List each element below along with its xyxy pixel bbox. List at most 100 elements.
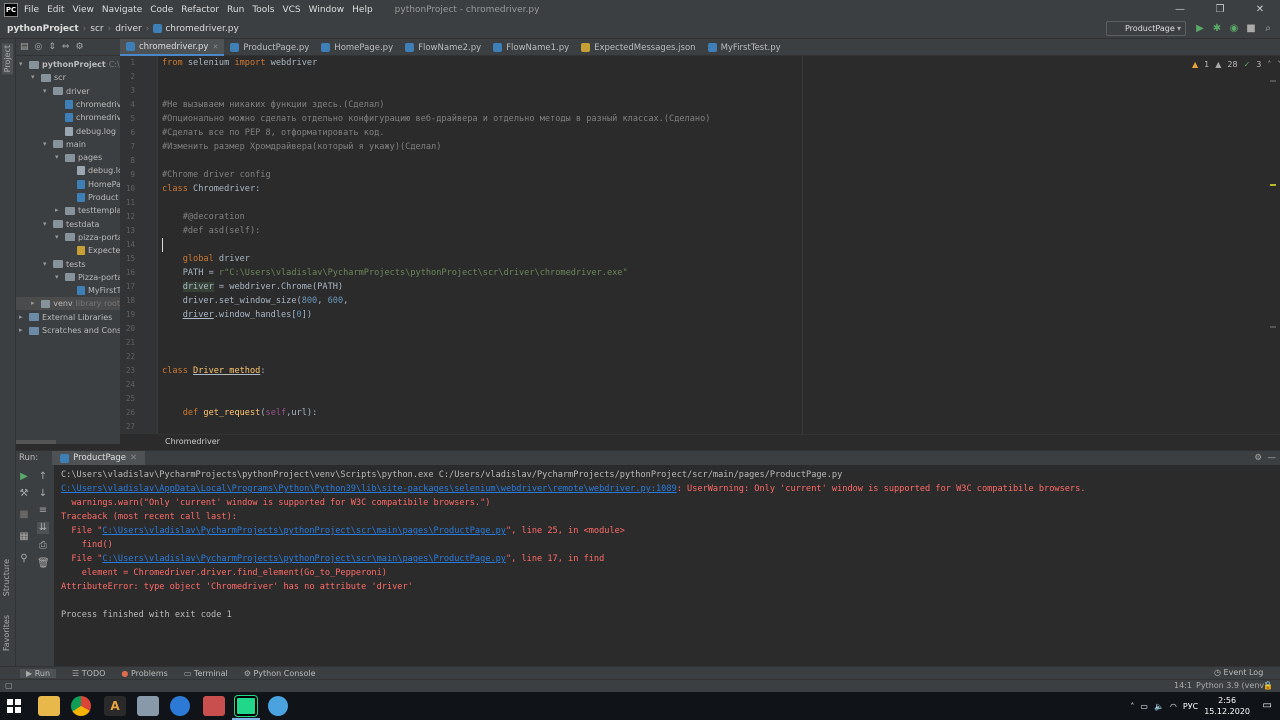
chevron-down-icon[interactable]: ▾ bbox=[43, 85, 50, 98]
search-icon[interactable]: ⌕ bbox=[1262, 23, 1274, 35]
chevron-right-icon[interactable]: ▸ bbox=[19, 311, 26, 324]
run-icon[interactable]: ▶ bbox=[1194, 23, 1206, 35]
clock[interactable]: 2:56 15.12.2020 bbox=[1204, 695, 1250, 717]
rerun-icon[interactable]: ▶ bbox=[18, 471, 30, 483]
tree-item[interactable]: ▾ pizza-portal bbox=[55, 231, 120, 244]
app-icon[interactable] bbox=[203, 696, 225, 716]
menu-item-code[interactable]: Code bbox=[150, 5, 173, 15]
pycharm-taskbar-icon[interactable] bbox=[234, 695, 258, 717]
tree-item[interactable]: Product bbox=[67, 191, 118, 204]
tree-item[interactable]: debug.lo bbox=[67, 164, 120, 177]
tab-myfirsttest-py[interactable]: MyFirstTest.py bbox=[702, 39, 787, 56]
console-link[interactable]: C:\Users\vladislav\PycharmProjects\pytho… bbox=[102, 526, 506, 536]
console-link[interactable]: C:\Users\vladislav\PycharmProjects\pytho… bbox=[102, 554, 506, 564]
layout-icon[interactable]: ▦ bbox=[18, 531, 30, 543]
tool-problems[interactable]: ● Problems bbox=[121, 669, 167, 678]
network-icon[interactable]: ▭ bbox=[1140, 702, 1148, 711]
tree-item[interactable]: ▾ main bbox=[43, 138, 86, 151]
file-explorer-icon[interactable] bbox=[38, 696, 60, 716]
expand-all-icon[interactable]: ⇕ bbox=[48, 42, 56, 52]
tree-item[interactable]: ▸ External Libraries bbox=[19, 311, 112, 324]
menu-item-navigate[interactable]: Navigate bbox=[102, 5, 142, 15]
breadcrumb-driver[interactable]: driver bbox=[115, 24, 141, 34]
locate-icon[interactable]: ◎ bbox=[35, 42, 43, 52]
chevron-right-icon[interactable]: ▸ bbox=[19, 324, 26, 337]
tool-run[interactable]: ▶ Run bbox=[20, 668, 57, 678]
tree-item[interactable]: debug.log bbox=[55, 125, 116, 138]
tab-flowname1-py[interactable]: FlowName1.py bbox=[487, 39, 575, 56]
tree-item[interactable]: ▾ pythonProjectC:\Us bbox=[19, 58, 120, 71]
tree-item[interactable]: chromedriv bbox=[55, 98, 120, 111]
arrow-down-icon[interactable]: ↓ bbox=[37, 488, 49, 500]
chevron-down-icon[interactable]: ▾ bbox=[55, 151, 62, 164]
tab-expectedmessages-json[interactable]: ExpectedMessages.json bbox=[575, 39, 701, 56]
tree-item[interactable]: ▾ testdata bbox=[43, 218, 99, 231]
tree-item[interactable]: ▾ scr bbox=[31, 71, 66, 84]
menu-item-tools[interactable]: Tools bbox=[252, 5, 274, 15]
telegram-icon[interactable] bbox=[268, 696, 288, 716]
tab-chromedriver-py[interactable]: chromedriver.py ✕ bbox=[120, 39, 225, 56]
keyboard-language[interactable]: РУС bbox=[1183, 702, 1198, 711]
tool-todo[interactable]: ☰ TODO bbox=[72, 669, 105, 678]
run-tab-productpage[interactable]: ProductPage ✕ bbox=[52, 450, 146, 466]
chevron-down-icon[interactable]: ▾ bbox=[55, 271, 62, 284]
caret-position[interactable]: 14:1 bbox=[1174, 681, 1192, 690]
gear-icon[interactable]: ⚙ bbox=[1254, 453, 1262, 463]
minimize-icon[interactable]: — bbox=[1268, 453, 1277, 463]
tree-item[interactable]: ▾ pages bbox=[55, 151, 102, 164]
collapse-all-icon[interactable]: ⇔ bbox=[62, 42, 70, 52]
tree-item[interactable]: HomePa bbox=[67, 178, 120, 191]
minimize-icon[interactable]: — bbox=[1160, 0, 1200, 19]
wifi-icon[interactable]: ◠ bbox=[1170, 702, 1177, 711]
menu-item-help[interactable]: Help bbox=[352, 5, 373, 15]
breadcrumb-file[interactable]: chromedriver.py bbox=[165, 24, 239, 34]
layout-icon[interactable]: ▤ bbox=[20, 42, 29, 52]
volume-icon[interactable]: 🔈 bbox=[1154, 702, 1164, 711]
menu-item-view[interactable]: View bbox=[73, 5, 94, 15]
menu-item-file[interactable]: File bbox=[24, 5, 39, 15]
print-icon[interactable]: ⎙ bbox=[37, 540, 49, 552]
menu-item-refactor[interactable]: Refactor bbox=[181, 5, 219, 15]
lock-icon[interactable]: 🔒 bbox=[1263, 681, 1273, 690]
tree-item[interactable]: MyFirstT bbox=[67, 284, 120, 297]
trash-icon[interactable]: 🗑 bbox=[37, 558, 50, 570]
tree-item[interactable]: ▸ testtemplat bbox=[55, 204, 120, 217]
editor-breadcrumb[interactable]: Chromedriver bbox=[158, 434, 802, 448]
gear-icon[interactable]: ⚙ bbox=[75, 42, 83, 52]
pin-icon[interactable]: ⚲ bbox=[18, 553, 30, 565]
favorites-tool-tab[interactable]: Favorites bbox=[2, 615, 11, 651]
chevron-down-icon[interactable]: ▾ bbox=[43, 218, 50, 231]
tree-item[interactable]: ▾ driver bbox=[43, 85, 90, 98]
run-console[interactable]: C:\Users\vladislav\PycharmProjects\pytho… bbox=[54, 465, 1280, 666]
chevron-down-icon[interactable]: ▾ bbox=[31, 71, 38, 84]
structure-tool-tab[interactable]: Structure bbox=[2, 559, 11, 596]
notifications-icon[interactable]: ▭ bbox=[1263, 700, 1272, 711]
wrench-icon[interactable]: ⚒ bbox=[18, 488, 30, 500]
chevron-up-icon[interactable]: ˄ bbox=[1130, 702, 1134, 711]
close-icon[interactable]: ✕ bbox=[212, 43, 218, 51]
chevron-down-icon[interactable]: ▾ bbox=[55, 231, 62, 244]
arrow-up-icon[interactable]: ↑ bbox=[37, 471, 49, 483]
event-log-button[interactable]: ◷ Event Log bbox=[1214, 668, 1263, 677]
chevron-up-icon[interactable]: ˄ bbox=[1267, 60, 1271, 69]
menu-item-run[interactable]: Run bbox=[227, 5, 244, 15]
tree-item[interactable]: chromedriv bbox=[55, 111, 120, 124]
close-icon[interactable]: ✕ bbox=[1240, 0, 1280, 19]
project-tool-tab[interactable]: Project bbox=[2, 43, 13, 75]
chevron-down-icon[interactable]: ▾ bbox=[43, 138, 50, 151]
close-icon[interactable]: ✕ bbox=[130, 453, 137, 463]
chevron-down-icon[interactable]: ▾ bbox=[43, 258, 50, 271]
tree-item[interactable]: Expecte bbox=[67, 244, 120, 257]
chevron-right-icon[interactable]: ▸ bbox=[55, 204, 62, 217]
chevron-down-icon[interactable]: ▾ bbox=[19, 58, 26, 71]
inspection-widget[interactable]: ▲ 1 ▲ 28 ✓ 3 ˄ ˅ bbox=[1192, 60, 1280, 69]
stop-icon[interactable]: ■ bbox=[1245, 23, 1257, 35]
app-icon[interactable]: A bbox=[104, 696, 126, 716]
windows-start-icon[interactable] bbox=[5, 697, 23, 715]
console-link[interactable]: C:\Users\vladislav\AppData\Local\Program… bbox=[61, 484, 677, 494]
chevron-right-icon[interactable]: ▸ bbox=[31, 297, 38, 310]
horizontal-scrollbar[interactable] bbox=[16, 440, 56, 444]
menu-item-edit[interactable]: Edit bbox=[47, 5, 64, 15]
tab-homepage-py[interactable]: HomePage.py bbox=[315, 39, 399, 56]
coverage-icon[interactable]: ◉ bbox=[1228, 23, 1240, 35]
